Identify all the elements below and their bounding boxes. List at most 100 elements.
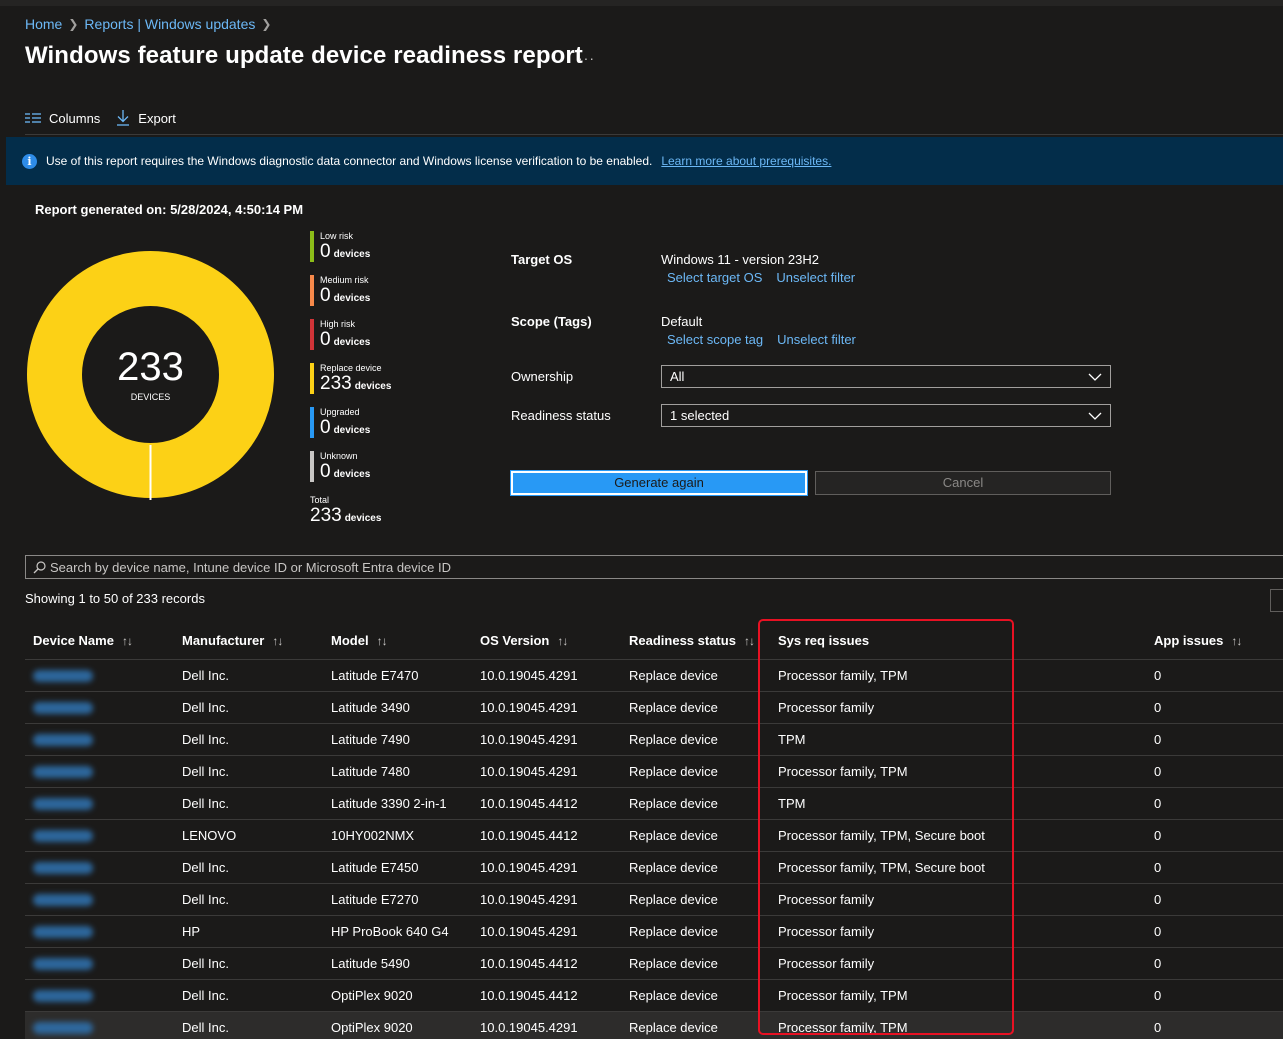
- model-cell: Latitude 3390 2-in-1: [323, 787, 472, 820]
- model-cell: Latitude 3490: [323, 691, 472, 724]
- ownership-dropdown[interactable]: All: [661, 365, 1111, 388]
- scope-tags-value: Default: [661, 314, 703, 329]
- readiness-status-cell: Replace device: [621, 979, 770, 1012]
- prerequisites-link[interactable]: Learn more about prerequisites.: [661, 154, 831, 168]
- column-header-manufacturer[interactable]: Manufacturer ↑↓: [174, 622, 323, 660]
- column-header-label: Manufacturer: [182, 632, 265, 648]
- sort-icon[interactable]: ↑↓: [744, 634, 755, 648]
- device-name-cell[interactable]: [25, 755, 174, 788]
- device-name-cell[interactable]: [25, 851, 174, 884]
- search-input[interactable]: [50, 556, 1250, 578]
- device-name-cell[interactable]: [25, 819, 174, 852]
- device-name-cell[interactable]: [25, 979, 174, 1012]
- column-header-app-issues[interactable]: App issues ↑↓: [1146, 622, 1283, 660]
- table-row[interactable]: Dell Inc. Latitude E7470 10.0.19045.4291 Re…: [25, 659, 1283, 692]
- device-name-cell[interactable]: [25, 691, 174, 724]
- sys-req-issues-cell: TPM: [770, 723, 1146, 756]
- device-name-cell[interactable]: [25, 659, 174, 692]
- sys-req-issues-cell: Processor family, TPM: [770, 979, 1146, 1012]
- breadcrumb-home[interactable]: Home: [25, 16, 62, 32]
- breadcrumb-reports[interactable]: Reports | Windows updates: [84, 16, 255, 32]
- table-row[interactable]: Dell Inc. OptiPlex 9020 10.0.19045.4412 Rep…: [25, 979, 1283, 1012]
- legend-count: 0: [320, 285, 331, 306]
- column-header-label: OS Version: [480, 632, 550, 648]
- info-text: Use of this report requires the Windows …: [46, 154, 653, 168]
- legend-medium-risk[interactable]: Medium risk 0 devices: [310, 274, 440, 307]
- device-name-link[interactable]: [33, 798, 93, 811]
- column-header-os-version[interactable]: OS Version ↑↓: [472, 622, 621, 660]
- model-cell: Latitude 7480: [323, 755, 472, 788]
- columns-label: Columns: [49, 110, 101, 126]
- column-header-label: Model: [331, 632, 369, 648]
- device-name-link[interactable]: [33, 830, 93, 843]
- model-cell: 10HY002NMX: [323, 819, 472, 852]
- table-row[interactable]: Dell Inc. Latitude 7490 10.0.19045.4291 Rep…: [25, 723, 1283, 756]
- select-target-os-link[interactable]: Select target OS: [667, 270, 762, 285]
- model-cell: OptiPlex 9020: [323, 1011, 472, 1039]
- device-name-cell[interactable]: [25, 1011, 174, 1039]
- sort-icon[interactable]: ↑↓: [557, 634, 568, 648]
- model-cell: Latitude E7470: [323, 659, 472, 692]
- column-header-readiness-status[interactable]: Readiness status ↑↓: [621, 622, 770, 660]
- table-row[interactable]: Dell Inc. Latitude E7270 10.0.19045.4291 Re…: [25, 883, 1283, 916]
- readiness-status-cell: Replace device: [621, 819, 770, 852]
- device-name-cell[interactable]: [25, 947, 174, 980]
- generate-again-button[interactable]: Generate again: [510, 470, 808, 496]
- device-name-link[interactable]: [33, 1022, 93, 1035]
- legend-low-risk[interactable]: Low risk 0 devices: [310, 230, 440, 263]
- legend-high-risk[interactable]: High risk 0 devices: [310, 318, 440, 351]
- target-os-value: Windows 11 - version 23H2: [661, 252, 819, 267]
- columns-button[interactable]: Columns: [25, 111, 100, 126]
- legend-unit: devices: [333, 425, 371, 436]
- device-name-link[interactable]: [33, 766, 93, 779]
- table-row[interactable]: Dell Inc. Latitude E7450 10.0.19045.4291 Re…: [25, 851, 1283, 884]
- device-name-cell[interactable]: [25, 787, 174, 820]
- legend-unknown[interactable]: Unknown 0 devices: [310, 450, 440, 483]
- sort-icon[interactable]: ↑↓: [122, 634, 133, 648]
- os-version-cell: 10.0.19045.4412: [472, 819, 621, 852]
- column-header-model[interactable]: Model ↑↓: [323, 622, 472, 660]
- page-size-selector[interactable]: [1270, 589, 1283, 612]
- app-issues-cell: 0: [1146, 979, 1283, 1012]
- readiness-status-dropdown[interactable]: 1 selected: [661, 404, 1111, 427]
- legend-upgraded[interactable]: Upgraded 0 devices: [310, 406, 440, 439]
- device-name-link[interactable]: [33, 894, 93, 907]
- table-row[interactable]: LENOVO 10HY002NMX 10.0.19045.4412 Replace d…: [25, 819, 1283, 852]
- device-name-link[interactable]: [33, 990, 93, 1003]
- sort-icon[interactable]: ↑↓: [377, 634, 388, 648]
- unselect-scope-link[interactable]: Unselect filter: [777, 332, 856, 347]
- download-icon: [117, 110, 130, 126]
- export-button[interactable]: Export: [116, 110, 176, 126]
- table-row[interactable]: Dell Inc. Latitude 7480 10.0.19045.4291 Rep…: [25, 755, 1283, 788]
- table-row[interactable]: Dell Inc. OptiPlex 9020 10.0.19045.4291 Rep…: [25, 1011, 1283, 1039]
- device-name-cell[interactable]: [25, 883, 174, 916]
- table-row[interactable]: Dell Inc. Latitude 5490 10.0.19045.4412 Rep…: [25, 947, 1283, 980]
- column-header-sys-req-issues[interactable]: Sys req issues: [770, 622, 1146, 660]
- select-scope-tag-link[interactable]: Select scope tag: [667, 332, 763, 347]
- table-row[interactable]: Dell Inc. Latitude 3490 10.0.19045.4291 Rep…: [25, 691, 1283, 724]
- unselect-target-os-link[interactable]: Unselect filter: [776, 270, 855, 285]
- device-name-cell[interactable]: [25, 723, 174, 756]
- legend-value: 233 devices: [320, 374, 440, 397]
- device-name-link[interactable]: [33, 670, 93, 683]
- device-name-link[interactable]: [33, 958, 93, 971]
- legend-unit: devices: [344, 513, 382, 524]
- target-os-label: Target OS: [511, 252, 573, 267]
- legend-replace-device[interactable]: Replace device 233 devices: [310, 362, 440, 395]
- table-row[interactable]: HP HP ProBook 640 G4 10.0.19045.4291 Replac…: [25, 915, 1283, 948]
- legend-color-bar: [310, 319, 314, 350]
- device-name-link[interactable]: [33, 734, 93, 747]
- sort-icon[interactable]: ↑↓: [1231, 634, 1242, 648]
- readiness-status-cell: Replace device: [621, 947, 770, 980]
- device-name-link[interactable]: [33, 926, 93, 939]
- table-row[interactable]: Dell Inc. Latitude 3390 2-in-1 10.0.19045.…: [25, 787, 1283, 820]
- sort-icon[interactable]: ↑↓: [272, 634, 283, 648]
- cancel-button[interactable]: Cancel: [815, 471, 1111, 495]
- device-name-link[interactable]: [33, 862, 93, 875]
- sys-req-issues-cell: Processor family: [770, 691, 1146, 724]
- legend-total[interactable]: Total 233 devices: [310, 494, 440, 527]
- column-header-device-name[interactable]: Device Name ↑↓: [25, 622, 174, 660]
- device-name-cell[interactable]: [25, 915, 174, 948]
- more-options-button[interactable]: ···: [578, 50, 595, 66]
- device-name-link[interactable]: [33, 702, 93, 715]
